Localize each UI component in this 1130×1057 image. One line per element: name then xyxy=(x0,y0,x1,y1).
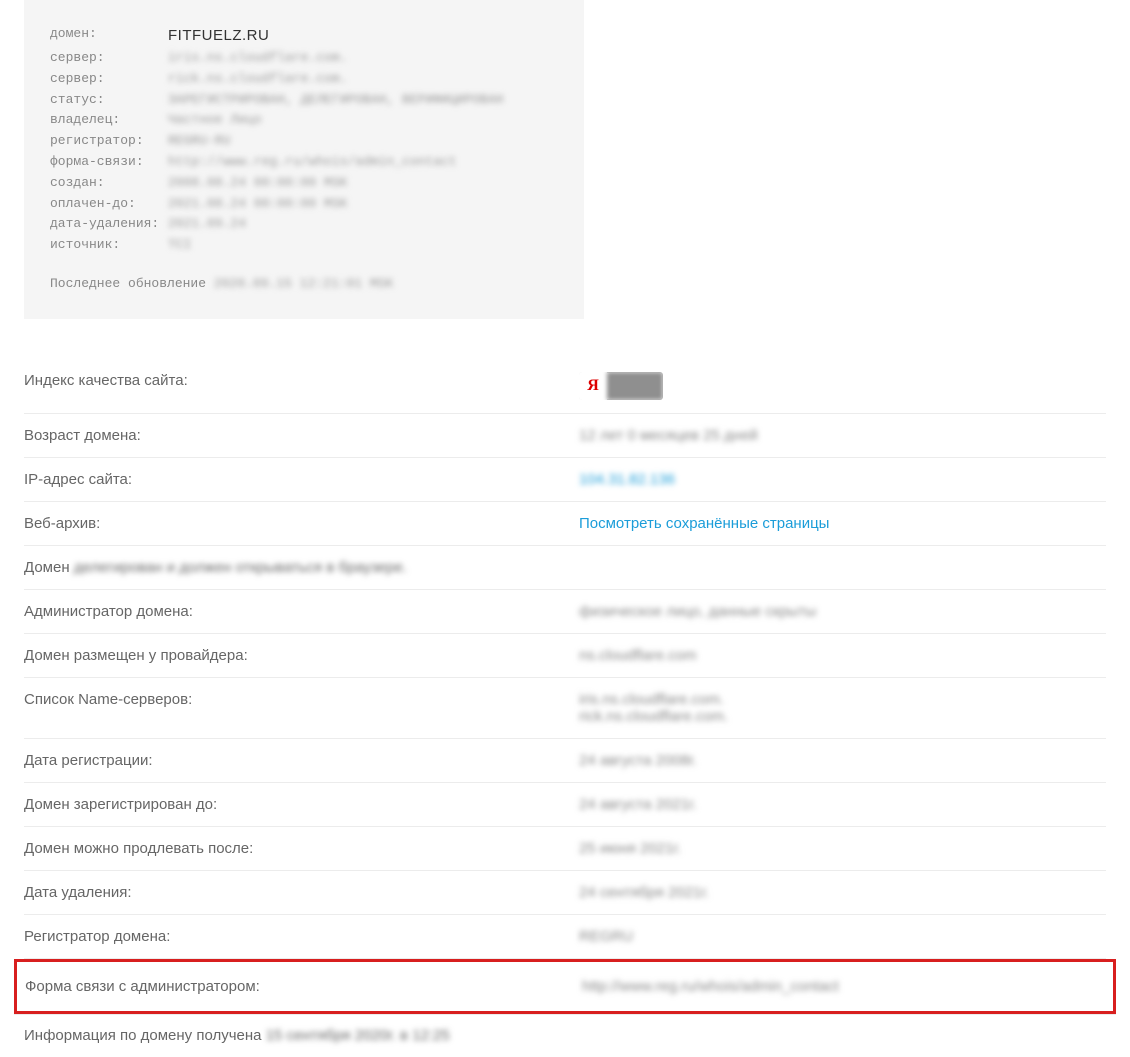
whois-row: регистратор:REGRU-RU xyxy=(50,131,558,152)
whois-row: сервер:rick.ns.cloudflare.com. xyxy=(50,69,558,90)
info-row: Индекс качества сайта:Я xyxy=(24,359,1106,414)
whois-key: домен: xyxy=(50,24,168,48)
info-label: IP-адрес сайта: xyxy=(24,471,579,488)
whois-value: http://www.reg.ru/whois/admin_contact xyxy=(168,152,457,173)
whois-value: ЗАРЕГИСТРИРОВАН, ДЕЛЕГИРОВАН, ВЕРИФИЦИРО… xyxy=(168,90,503,111)
info-label: Веб-архив: xyxy=(24,515,579,532)
whois-value: TCI xyxy=(168,235,191,256)
whois-key: сервер: xyxy=(50,69,168,90)
whois-row: дата-удаления:2021.09.24 xyxy=(50,214,558,235)
info-label: Администратор домена: xyxy=(24,603,579,620)
info-row: Дата удаления:24 сентября 2021г. xyxy=(24,871,1106,915)
info-label: Домен размещен у провайдера: xyxy=(24,647,579,664)
whois-value: 2021.09.24 xyxy=(168,214,246,235)
info-value-link[interactable]: Посмотреть сохранённые страницы xyxy=(579,515,829,532)
info-row: Домен можно продлевать после:25 июня 202… xyxy=(24,827,1106,871)
info-value: REGRU xyxy=(579,928,633,945)
yandex-quality-badge: Я xyxy=(579,372,663,400)
whois-value: 2021.08.24 00:00:00 MSK xyxy=(168,194,347,215)
info-row: Администратор домена:физическое лицо, да… xyxy=(24,590,1106,634)
whois-last-update: Последнее обновление 2020.09.15 12:21:01… xyxy=(50,274,558,295)
info-row: Информация по домену получена 15 сентябр… xyxy=(24,1014,1106,1057)
whois-key: регистратор: xyxy=(50,131,168,152)
info-label: Домен зарегистрирован до: xyxy=(24,796,579,813)
whois-row: владелец:Частное Лицо xyxy=(50,110,558,131)
domain-info-table: Индекс качества сайта:ЯВозраст домена:12… xyxy=(24,359,1106,1057)
info-row: Домен делегирован и должен открываться в… xyxy=(24,546,1106,590)
info-row: Домен размещен у провайдера:ns.cloudflar… xyxy=(24,634,1106,678)
info-value: http://www.reg.ru/whois/admin_contact xyxy=(582,978,839,995)
info-label: Возраст домена: xyxy=(24,427,579,444)
whois-value: 2008.08.24 00:00:00 MSK xyxy=(168,173,347,194)
whois-row: форма-связи:http://www.reg.ru/whois/admi… xyxy=(50,152,558,173)
whois-value: FITFUELZ.RU xyxy=(168,24,269,48)
info-label: Домен можно продлевать после: xyxy=(24,840,579,857)
info-row: Список Name-серверов:iris.ns.cloudflare.… xyxy=(24,678,1106,739)
whois-row: домен:FITFUELZ.RU xyxy=(50,24,558,48)
info-value: физическое лицо, данные скрыты xyxy=(579,603,816,620)
yandex-score-value xyxy=(607,372,663,400)
whois-key: владелец: xyxy=(50,110,168,131)
whois-key: сервер: xyxy=(50,48,168,69)
whois-key: создан: xyxy=(50,173,168,194)
info-row: Регистратор домена:REGRU xyxy=(24,915,1106,959)
info-label: Форма связи с администратором: xyxy=(25,978,582,995)
info-row: Форма связи с администратором:http://www… xyxy=(14,959,1116,1014)
info-row: Домен зарегистрирован до:24 августа 2021… xyxy=(24,783,1106,827)
info-inline: Домен делегирован и должен открываться в… xyxy=(24,559,407,576)
info-label: Дата регистрации: xyxy=(24,752,579,769)
info-label: Дата удаления: xyxy=(24,884,579,901)
info-label: Список Name-серверов: xyxy=(24,691,579,725)
whois-row: источник:TCI xyxy=(50,235,558,256)
info-value: ns.cloudflare.com xyxy=(579,647,697,664)
whois-value: Частное Лицо xyxy=(168,110,262,131)
info-value: 24 сентября 2021г. xyxy=(579,884,709,901)
whois-raw-block: домен:FITFUELZ.RUсервер:iris.ns.cloudfla… xyxy=(24,0,584,319)
info-value: 12 лет 0 месяцев 25 дней xyxy=(579,427,758,444)
whois-value: rick.ns.cloudflare.com. xyxy=(168,69,347,90)
info-value: iris.ns.cloudflare.com.rick.ns.cloudflar… xyxy=(579,691,728,725)
whois-value: iris.ns.cloudflare.com. xyxy=(168,48,347,69)
whois-key: оплачен-до: xyxy=(50,194,168,215)
info-row: IP-адрес сайта:104.31.82.136 xyxy=(24,458,1106,502)
whois-row: оплачен-до:2021.08.24 00:00:00 MSK xyxy=(50,194,558,215)
info-value: 24 августа 2008г. xyxy=(579,752,697,769)
info-row: Дата регистрации:24 августа 2008г. xyxy=(24,739,1106,783)
info-inline: Информация по домену получена 15 сентябр… xyxy=(24,1027,450,1044)
info-row: Веб-архив:Посмотреть сохранённые страниц… xyxy=(24,502,1106,546)
whois-row: создан:2008.08.24 00:00:00 MSK xyxy=(50,173,558,194)
whois-key: источник: xyxy=(50,235,168,256)
whois-row: сервер:iris.ns.cloudflare.com. xyxy=(50,48,558,69)
info-value: 24 августа 2021г. xyxy=(579,796,697,813)
info-value-link[interactable]: 104.31.82.136 xyxy=(579,471,675,488)
whois-value: REGRU-RU xyxy=(168,131,230,152)
info-row: Возраст домена:12 лет 0 месяцев 25 дней xyxy=(24,414,1106,458)
info-value: 25 июня 2021г. xyxy=(579,840,681,857)
whois-key: дата-удаления: xyxy=(50,214,168,235)
whois-key: статус: xyxy=(50,90,168,111)
info-label: Индекс качества сайта: xyxy=(24,372,579,400)
yandex-logo-icon: Я xyxy=(579,372,607,400)
whois-row: статус:ЗАРЕГИСТРИРОВАН, ДЕЛЕГИРОВАН, ВЕР… xyxy=(50,90,558,111)
whois-key: форма-связи: xyxy=(50,152,168,173)
info-label: Регистратор домена: xyxy=(24,928,579,945)
